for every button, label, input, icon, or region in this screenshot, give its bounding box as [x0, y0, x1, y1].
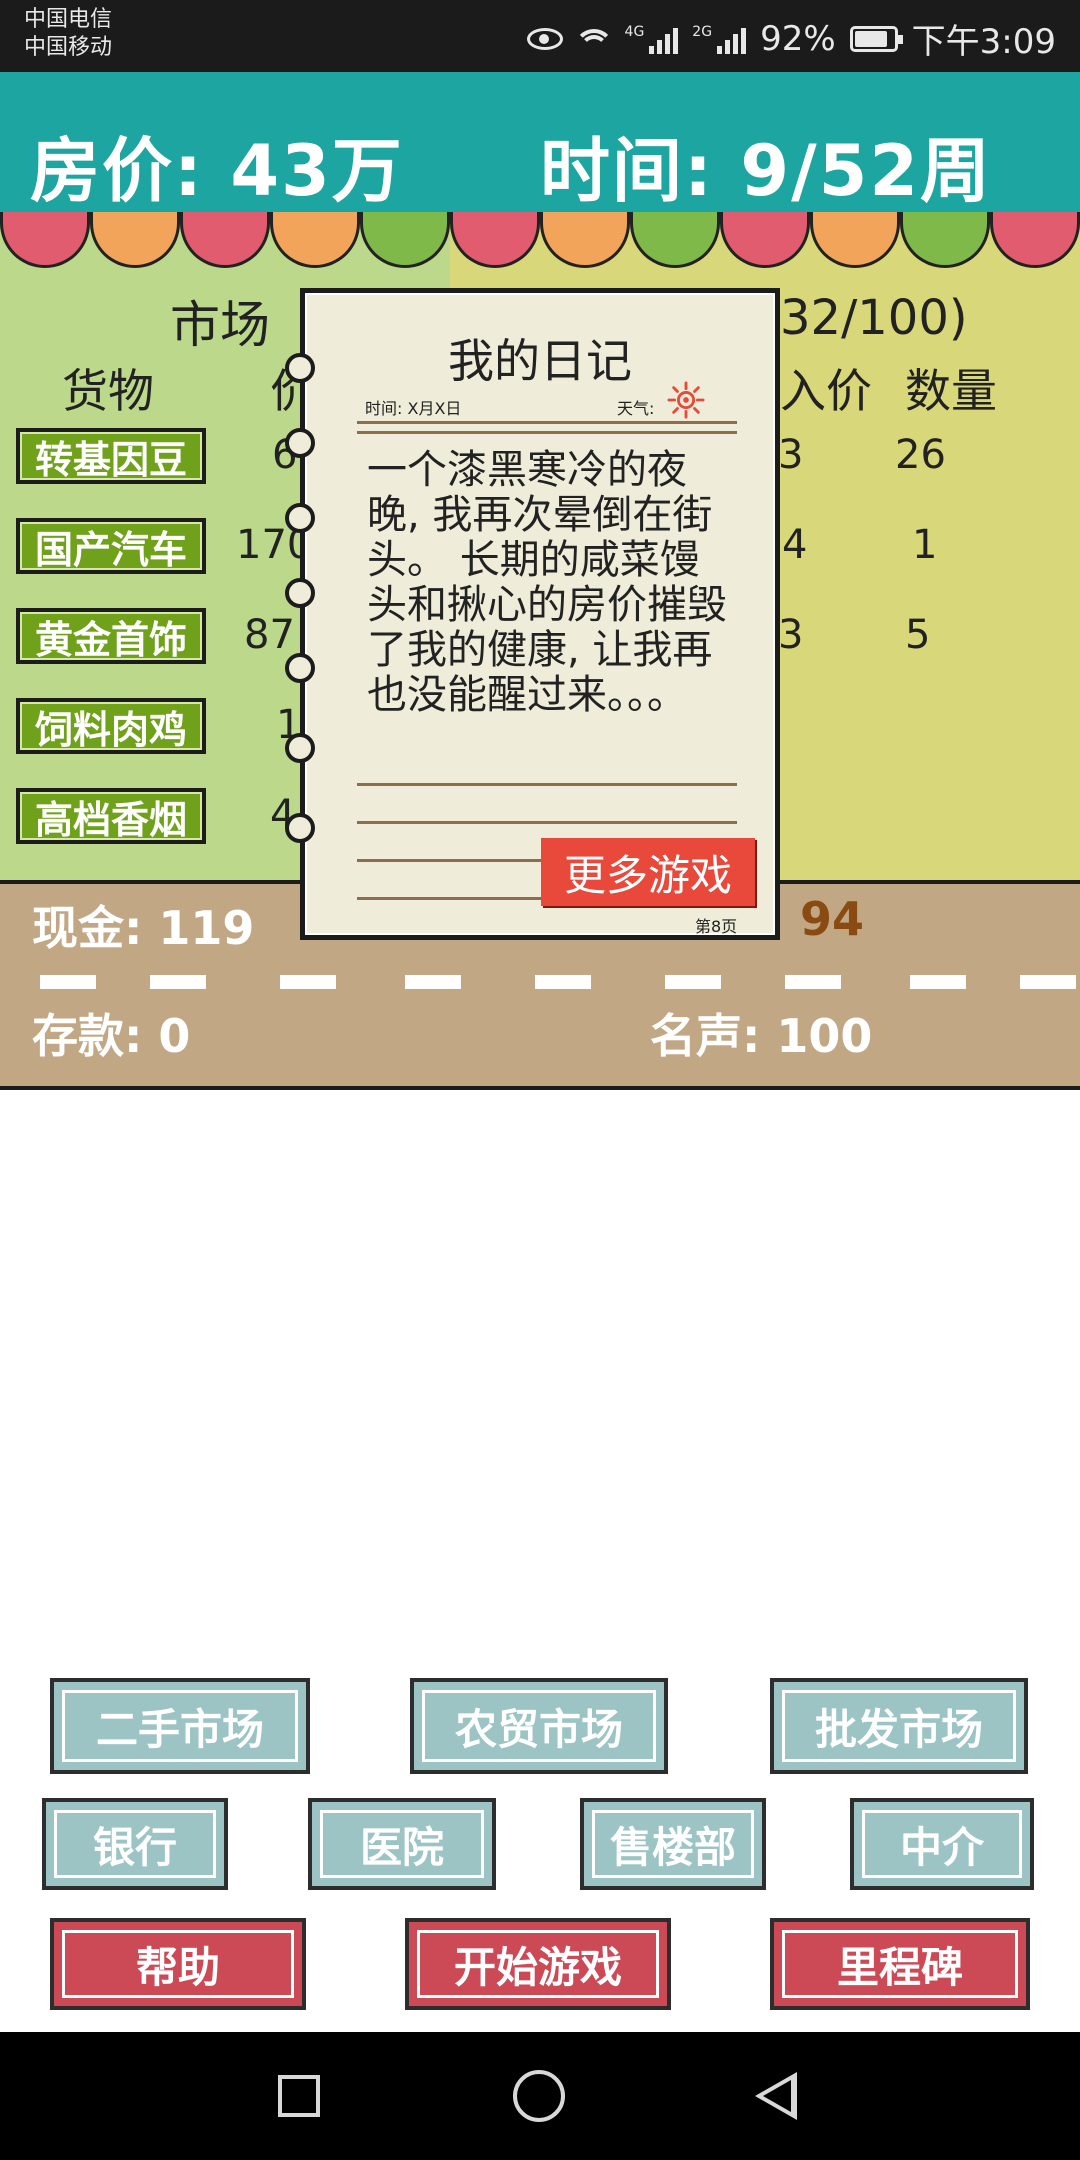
- goods-button-soybean[interactable]: 转基因豆: [16, 428, 206, 484]
- deposit-value: 存款: 0: [32, 1009, 191, 1063]
- net-type-2: 2G: [692, 23, 713, 40]
- game-time: 时间: 9/52周: [540, 130, 993, 212]
- signal-4g-icon: 4G: [625, 24, 679, 54]
- button-label: 银行: [92, 1822, 177, 1872]
- second-hand-market-button[interactable]: 二手市场: [50, 1678, 310, 1774]
- agency-button[interactable]: 中介: [850, 1798, 1034, 1890]
- col-buy-price: 入价: [780, 364, 872, 418]
- binder-ring: [285, 428, 315, 458]
- home-icon[interactable]: [513, 2070, 565, 2122]
- partial-value: 94: [800, 892, 865, 946]
- goods-button-gold[interactable]: 黄金首饰: [16, 608, 206, 664]
- carrier-1: 中国电信: [24, 7, 113, 32]
- status-icons: 4G 2G 92% 下午3:09: [526, 14, 1056, 63]
- back-icon[interactable]: [755, 2072, 797, 2120]
- button-label: 帮助: [135, 1942, 220, 1992]
- battery-percent: 92%: [760, 18, 836, 59]
- battery-icon: [849, 25, 903, 52]
- qty-cell: 1: [912, 522, 938, 568]
- button-label: 农贸市场: [454, 1704, 623, 1754]
- diary-weather: 天气:: [617, 399, 655, 418]
- qty-cell: 5: [905, 612, 931, 658]
- col-quantity: 数量: [905, 364, 997, 418]
- page-number: 第8页: [695, 917, 738, 936]
- sun-icon: [667, 381, 705, 419]
- cash-value: 现金: 119: [32, 901, 255, 955]
- button-label: 医院: [359, 1822, 444, 1872]
- clock: 下午3:09: [911, 22, 1056, 62]
- carrier-info: 中国电信 中国移动: [24, 6, 112, 62]
- button-label: 中介: [899, 1822, 984, 1872]
- binder-ring: [285, 653, 315, 683]
- market-title: 市场: [170, 296, 270, 354]
- eye-icon: [526, 27, 563, 50]
- sales-office-button[interactable]: 售楼部: [580, 1798, 766, 1890]
- binder-ring: [285, 578, 315, 608]
- binder-ring: [285, 733, 315, 763]
- goods-button-chicken[interactable]: 饲料肉鸡: [16, 698, 206, 754]
- carrier-2: 中国移动: [24, 35, 113, 60]
- button-label: 批发市场: [814, 1704, 983, 1754]
- help-button[interactable]: 帮助: [50, 1918, 306, 2010]
- binder-ring: [285, 503, 315, 533]
- binder-ring: [285, 813, 315, 843]
- wholesale-market-button[interactable]: 批发市场: [770, 1678, 1028, 1774]
- bank-button[interactable]: 银行: [42, 1798, 228, 1890]
- fame-value: 名声: 100: [650, 1009, 873, 1063]
- buy-price-cell: 3: [778, 612, 804, 658]
- inventory-count: 32/100): [780, 290, 968, 346]
- status-bar: 中国电信 中国移动 4G 2G 92% 下午3:09: [0, 0, 1080, 72]
- button-label: 二手市场: [95, 1704, 264, 1754]
- diary-dialog: 我的日记 时间: X月X日 天气: 一个漆黑寒冷的夜晚, 我再次晕倒在街头。 长…: [285, 288, 780, 940]
- diary-body: 一个漆黑寒冷的夜晚, 我再次晕倒在街头。 长期的咸菜馒头和揪心的房价摧毁了我的健…: [367, 447, 727, 718]
- buy-price-cell: 4: [782, 522, 808, 568]
- button-label: 里程碑: [836, 1942, 963, 1992]
- start-game-button[interactable]: 开始游戏: [405, 1918, 671, 2010]
- goods-button-cigarette[interactable]: 高档香烟: [16, 788, 206, 844]
- diary-time: 时间: X月X日: [365, 399, 462, 418]
- signal-2g-icon: 2G: [692, 23, 747, 54]
- more-games-button[interactable]: 更多游戏: [541, 838, 755, 906]
- qty-cell: 26: [895, 432, 946, 478]
- net-type-1: 4G: [624, 23, 645, 40]
- goods-button-car[interactable]: 国产汽车: [16, 518, 206, 574]
- awning: [0, 212, 1080, 274]
- hospital-button[interactable]: 医院: [308, 1798, 496, 1890]
- price-cell: 87: [244, 612, 295, 658]
- recent-apps-icon[interactable]: [278, 2075, 320, 2117]
- button-label: 售楼部: [609, 1822, 736, 1872]
- wifi-icon: [576, 25, 611, 53]
- button-label: 开始游戏: [453, 1942, 622, 1992]
- buy-price-cell: 3: [778, 432, 804, 478]
- milestone-button[interactable]: 里程碑: [770, 1918, 1030, 2010]
- house-price: 房价: 43万: [30, 130, 404, 212]
- farmers-market-button[interactable]: 农贸市场: [410, 1678, 668, 1774]
- col-goods: 货物: [62, 364, 154, 418]
